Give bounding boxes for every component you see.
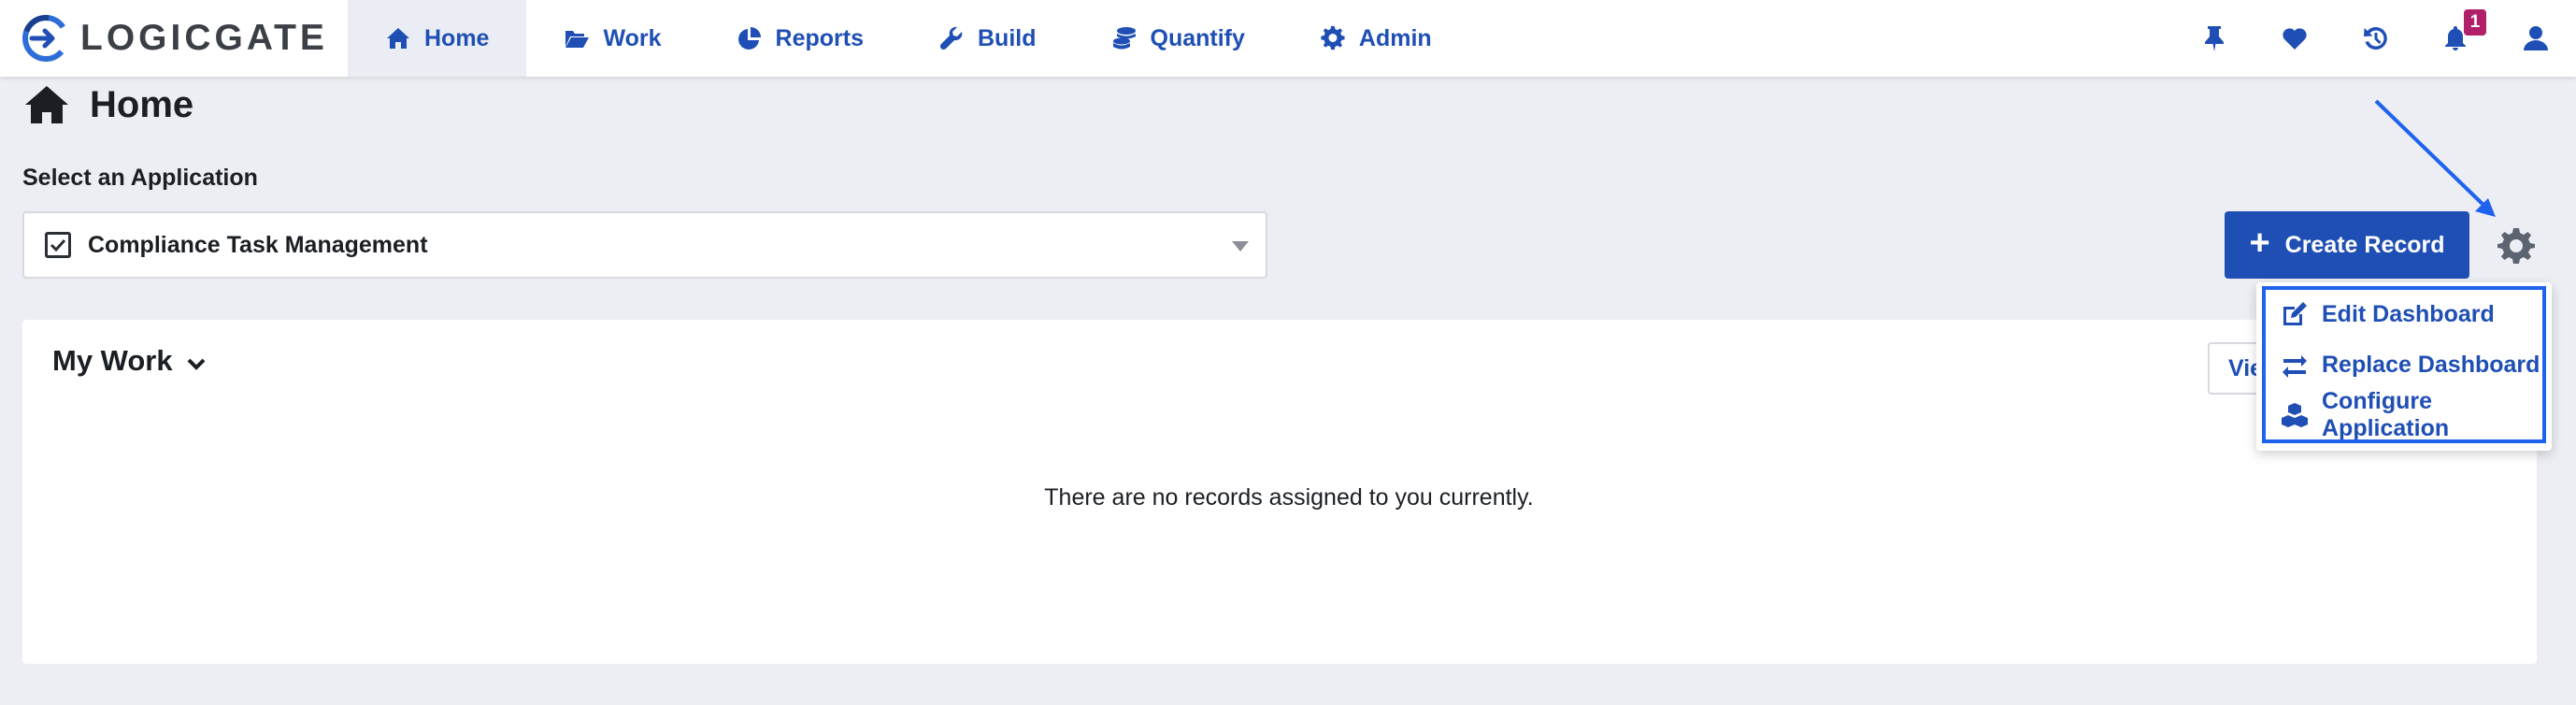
main-nav: Home Work Reports Build Quantify Admin (348, 0, 1469, 77)
nav-item-label: Admin (1358, 24, 1432, 51)
history-icon (2364, 26, 2387, 50)
nav-item-reports[interactable]: Reports (699, 0, 901, 77)
nav-item-quantify[interactable]: Quantify (1074, 0, 1282, 77)
coins-icon (1112, 27, 1136, 50)
gear-icon (2497, 228, 2535, 264)
checkbox-square-icon (45, 232, 71, 258)
nav-item-label: Reports (775, 24, 864, 51)
annotation-arrow (2374, 99, 2496, 217)
plus-icon: + (2249, 223, 2270, 263)
page-title: Home (24, 79, 193, 131)
home-icon (387, 28, 409, 49)
top-navigation-bar: LOGICGATE Home Work Reports Build Quanti… (0, 0, 2576, 77)
notifications-button[interactable]: 1 (2415, 0, 2496, 77)
menu-item-label: Edit Dashboard (2322, 300, 2495, 327)
favorites-button[interactable] (2254, 0, 2335, 77)
user-icon (2524, 26, 2548, 50)
folder-open-icon (565, 31, 590, 48)
chevron-down-icon (187, 358, 206, 370)
nav-utilities: 1 (2174, 0, 2576, 77)
swap-icon (2283, 355, 2307, 378)
heart-icon (2283, 28, 2307, 50)
history-button[interactable] (2335, 0, 2415, 77)
menu-item-edit-dashboard[interactable]: Edit Dashboard (2281, 295, 2542, 333)
nav-item-label: Home (424, 24, 490, 51)
caret-down-icon (1232, 241, 1249, 252)
thumbtack-icon (2205, 26, 2224, 51)
menu-item-label: Configure Application (2322, 388, 2450, 441)
empty-state-message: There are no records assigned to you cur… (1044, 484, 1534, 511)
application-select-label: Select an Application (22, 165, 258, 191)
edit-icon (2283, 302, 2307, 325)
page-title-text: Home (90, 83, 194, 125)
menu-item-label: Replace Dashboard (2322, 351, 2540, 378)
nav-item-work[interactable]: Work (526, 0, 698, 77)
selected-application: Compliance Task Management (88, 231, 428, 258)
menu-item-replace-dashboard[interactable]: Replace Dashboard (2281, 346, 2542, 383)
notification-count-badge: 1 (2464, 9, 2486, 36)
pie-chart-icon (737, 27, 761, 50)
logo-text: LOGICGATE (80, 18, 328, 58)
application-select[interactable]: Compliance Task Management (22, 211, 1267, 279)
wrench-icon (939, 26, 963, 50)
home-icon (25, 86, 68, 123)
logicgate-logo-icon (22, 15, 69, 62)
gear-icon (1321, 25, 1345, 50)
create-record-label: Create Record (2284, 231, 2445, 258)
nav-item-label: Build (978, 24, 1037, 51)
logicgate-logo[interactable]: LOGICGATE (21, 13, 328, 64)
cubes-icon (2282, 403, 2308, 427)
dashboard-settings-button[interactable] (2497, 226, 2535, 264)
nav-item-build[interactable]: Build (901, 0, 1074, 77)
my-work-toggle[interactable]: My Work (52, 344, 207, 378)
pinned-button[interactable] (2174, 0, 2254, 77)
menu-item-configure-application[interactable]: Configure Application (2281, 388, 2542, 441)
nav-item-home[interactable]: Home (348, 0, 527, 77)
user-menu-button[interactable] (2496, 0, 2576, 77)
my-work-title: My Work (52, 344, 173, 377)
my-work-panel: My Work View There are no records assign… (22, 320, 2537, 664)
nav-item-label: Work (603, 24, 662, 51)
nav-item-admin[interactable]: Admin (1282, 0, 1469, 77)
nav-item-label: Quantify (1150, 24, 1245, 51)
